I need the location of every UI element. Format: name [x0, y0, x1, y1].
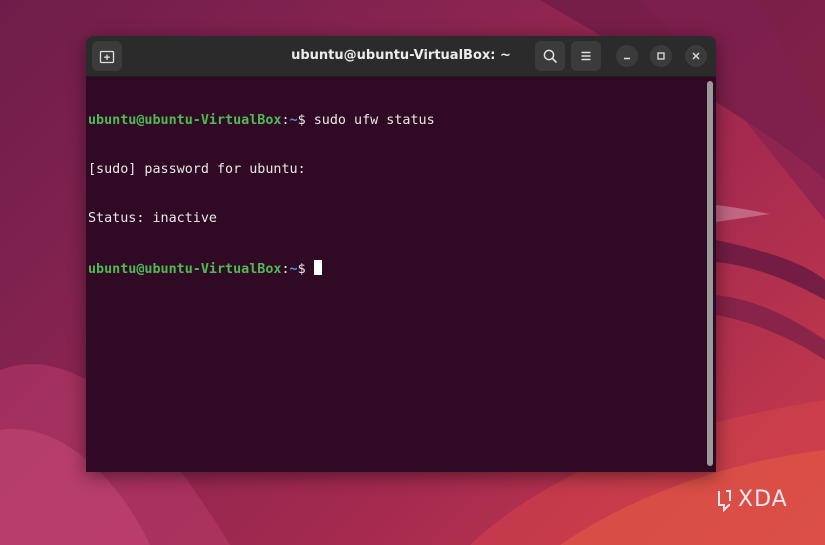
minimize-button[interactable]	[616, 45, 638, 67]
new-tab-icon	[99, 50, 115, 64]
search-icon	[543, 49, 557, 63]
terminal-line: ubuntu@ubuntu-VirtualBox:~$	[88, 260, 706, 278]
terminal-output[interactable]: ubuntu@ubuntu-VirtualBox:~$ sudo ufw sta…	[86, 77, 706, 472]
xda-watermark: XDA	[716, 487, 796, 513]
terminal-window: ubuntu@ubuntu-VirtualBox: ~ ubuntu@ubunt…	[86, 36, 716, 472]
prompt-separator: :	[281, 112, 290, 128]
prompt-symbol: $	[297, 262, 314, 278]
prompt-user: ubuntu@ubuntu-VirtualBox	[88, 262, 282, 278]
prompt-symbol: $	[297, 112, 314, 128]
prompt-separator: :	[281, 262, 290, 278]
terminal-line: [sudo] password for ubuntu:	[88, 162, 306, 178]
prompt-path: ~	[289, 262, 298, 278]
terminal-line: Status: inactive	[88, 211, 217, 227]
prompt-user: ubuntu@ubuntu-VirtualBox	[88, 112, 282, 128]
new-tab-button[interactable]	[92, 41, 122, 71]
maximize-button[interactable]	[650, 45, 672, 67]
minimize-icon	[624, 57, 630, 60]
prompt-path: ~	[289, 112, 298, 128]
close-button[interactable]	[685, 45, 707, 67]
search-button[interactable]	[535, 41, 565, 71]
watermark-text: XDA	[738, 487, 788, 512]
hamburger-menu-icon	[581, 51, 591, 61]
scrollbar[interactable]	[707, 81, 713, 466]
close-icon	[692, 52, 700, 60]
text-cursor	[313, 260, 322, 276]
titlebar: ubuntu@ubuntu-VirtualBox: ~	[86, 36, 716, 77]
terminal-line: ubuntu@ubuntu-VirtualBox:~$ sudo ufw sta…	[88, 113, 706, 129]
window-title: ubuntu@ubuntu-VirtualBox: ~	[291, 48, 511, 63]
maximize-icon	[657, 52, 665, 60]
command-text: sudo ufw status	[313, 112, 435, 128]
menu-button[interactable]	[571, 41, 601, 71]
